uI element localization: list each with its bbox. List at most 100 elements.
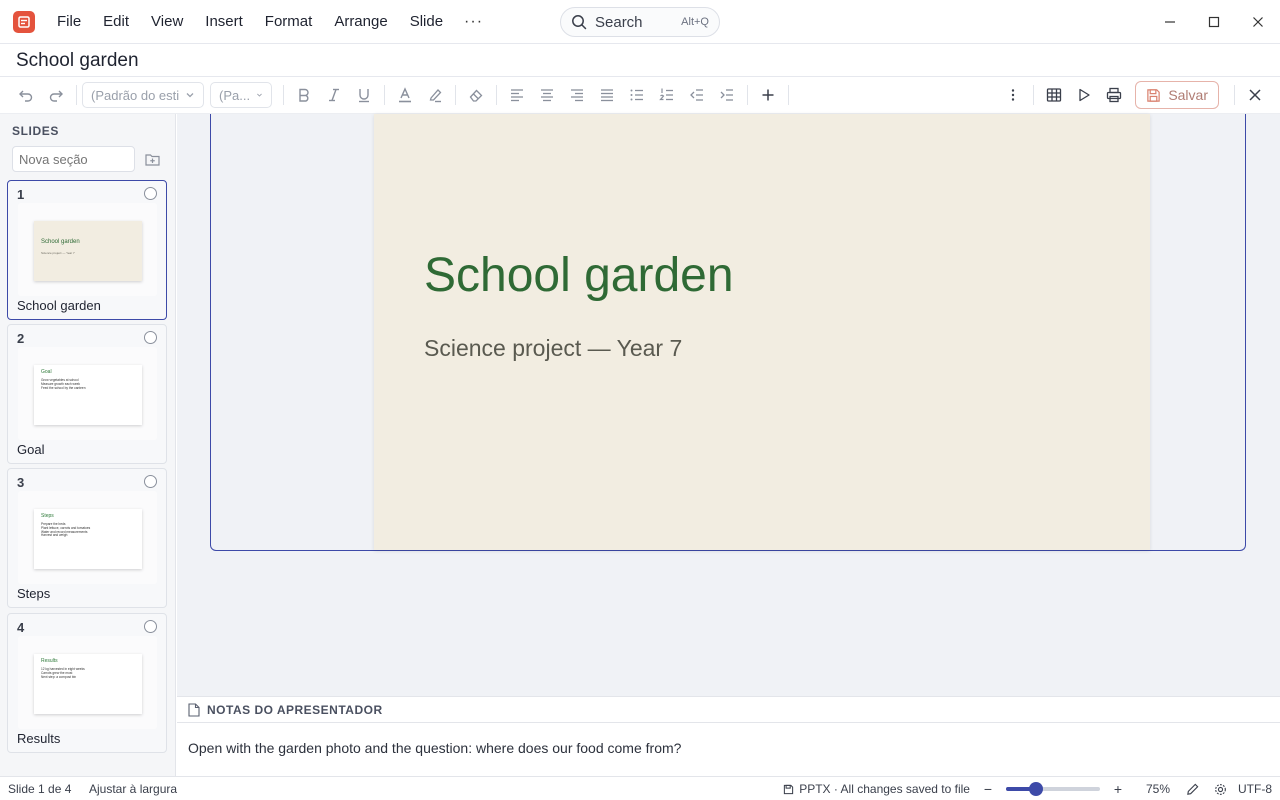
close-editor-button[interactable] [1240, 81, 1270, 109]
search-shortcut: Alt+Q [681, 16, 709, 28]
minimize-button[interactable] [1148, 0, 1192, 44]
insert-button[interactable] [753, 81, 783, 109]
slide-label: School garden [17, 298, 101, 313]
toolbar-divider [455, 85, 456, 105]
slide-thumbnail-4[interactable]: 4 Results 12 kg harvested in eight weeks… [7, 613, 167, 753]
document-title[interactable]: School garden [16, 50, 139, 72]
numbered-list-button[interactable] [652, 81, 682, 109]
table-icon [1047, 88, 1062, 102]
slide-canvas: School garden Science project — Year 7 [177, 114, 1280, 696]
slide-select-radio[interactable] [144, 475, 157, 488]
undo-button[interactable] [11, 81, 41, 109]
align-right-button[interactable] [562, 81, 592, 109]
menu-more-button[interactable]: ··· [454, 7, 493, 37]
slide-select-radio[interactable] [144, 331, 157, 344]
app-logo-icon[interactable] [13, 10, 35, 33]
align-center-button[interactable] [532, 81, 562, 109]
new-section-input[interactable] [12, 146, 135, 172]
bullet-list-button[interactable] [622, 81, 652, 109]
thumbnail-preview: Goal Grow vegetables at school Measure g… [34, 365, 142, 425]
zoom-in-button[interactable]: + [1112, 781, 1124, 797]
italic-button[interactable] [319, 81, 349, 109]
maximize-button[interactable] [1192, 0, 1236, 44]
pencil-icon [1186, 783, 1198, 795]
font-size-select[interactable]: (Pa... [210, 82, 272, 108]
slide-select-radio[interactable] [144, 187, 157, 200]
menu-format[interactable]: Format [254, 7, 324, 37]
menu-file[interactable]: File [46, 7, 92, 37]
folder-plus-icon [144, 153, 160, 166]
notes-header: NOTAS DO APRESENTADOR [177, 697, 1280, 723]
slide-subtitle[interactable]: Science project — Year 7 [424, 335, 682, 362]
font-size-value: (Pa... [219, 87, 251, 103]
bold-button[interactable] [289, 81, 319, 109]
slide-thumbnail-3[interactable]: 3 Steps Prepare the beds Plant lettuce, … [7, 468, 167, 608]
slides-sidebar: SLIDES 1 School garden Science project —… [0, 114, 176, 776]
numbered-list-icon [659, 88, 673, 101]
justify-button[interactable] [592, 81, 622, 109]
gear-icon [1214, 783, 1226, 795]
slide-thumbnail-1[interactable]: 1 School garden Science project — Year 7… [7, 180, 167, 320]
text-color-icon [399, 87, 411, 103]
file-status: PPTX · All changes saved to file [783, 782, 970, 796]
toolbar-divider [384, 85, 385, 105]
menu-arrange[interactable]: Arrange [323, 7, 398, 37]
slide-label: Results [17, 731, 61, 746]
bullet-list-icon [630, 89, 643, 101]
notes-text[interactable]: Open with the garden photo and the quest… [188, 740, 681, 756]
formatting-toolbar: (Padrão do estil... (Pa... [0, 77, 1280, 114]
toolbar-divider [76, 85, 77, 105]
zoom-slider[interactable] [1005, 782, 1100, 796]
present-button[interactable] [1069, 81, 1099, 109]
chevron-down-icon [186, 93, 194, 98]
document-title-bar: School garden [0, 44, 1280, 77]
menu-bar: File Edit View Insert Format Arrange Sli… [0, 0, 1280, 44]
printer-icon [1107, 87, 1122, 103]
thumbnail-frame: Goal Grow vegetables at school Measure g… [18, 347, 157, 440]
settings-button[interactable] [1210, 783, 1230, 796]
more-options-button[interactable] [998, 81, 1028, 109]
zoom-percentage[interactable]: 75% [1146, 782, 1170, 796]
slide-select-radio[interactable] [144, 620, 157, 633]
thumbnail-title: Results [41, 658, 58, 664]
print-button[interactable] [1099, 81, 1129, 109]
underline-icon [359, 89, 369, 103]
align-right-icon [571, 89, 583, 102]
insert-table-button[interactable] [1039, 81, 1069, 109]
thumbnail-frame: Results 12 kg harvested in eight weeks C… [18, 636, 157, 729]
clear-format-button[interactable] [461, 81, 491, 109]
slide-thumbnail-2[interactable]: 2 Goal Grow vegetables at school Measure… [7, 324, 167, 464]
slide-content[interactable]: School garden Science project — Year 7 [374, 114, 1150, 550]
window-controls [1148, 0, 1280, 44]
slide-title[interactable]: School garden [424, 248, 734, 303]
menu-slide[interactable]: Slide [399, 7, 454, 37]
bold-icon [299, 88, 309, 102]
text-color-button[interactable] [390, 81, 420, 109]
indent-icon [720, 89, 733, 101]
save-icon [1147, 88, 1161, 102]
save-button[interactable]: Salvar [1135, 81, 1219, 109]
align-left-button[interactable] [502, 81, 532, 109]
italic-icon [329, 88, 339, 102]
paragraph-style-value: (Padrão do estil... [91, 87, 179, 103]
indent-button[interactable] [712, 81, 742, 109]
paragraph-style-select[interactable]: (Padrão do estil... [82, 82, 204, 108]
redo-button[interactable] [41, 81, 71, 109]
file-status-text: PPTX · All changes saved to file [799, 782, 970, 796]
add-section-button[interactable] [141, 148, 163, 170]
search-box[interactable]: Search Alt+Q [560, 7, 720, 37]
menu-insert[interactable]: Insert [194, 7, 254, 37]
menu-view[interactable]: View [140, 7, 194, 37]
highlight-button[interactable] [420, 81, 450, 109]
zoom-slider-handle[interactable] [1029, 782, 1044, 796]
slide-counter: Slide 1 de 4 [8, 782, 72, 796]
encoding-label[interactable]: UTF-8 [1238, 782, 1272, 796]
zoom-out-button[interactable]: − [982, 781, 994, 797]
toolbar-divider [1234, 85, 1235, 105]
underline-button[interactable] [349, 81, 379, 109]
fit-width-button[interactable]: Ajustar à largura [89, 782, 177, 796]
menu-edit[interactable]: Edit [92, 7, 140, 37]
edit-mode-button[interactable] [1182, 783, 1202, 796]
close-window-button[interactable] [1236, 0, 1280, 44]
outdent-button[interactable] [682, 81, 712, 109]
